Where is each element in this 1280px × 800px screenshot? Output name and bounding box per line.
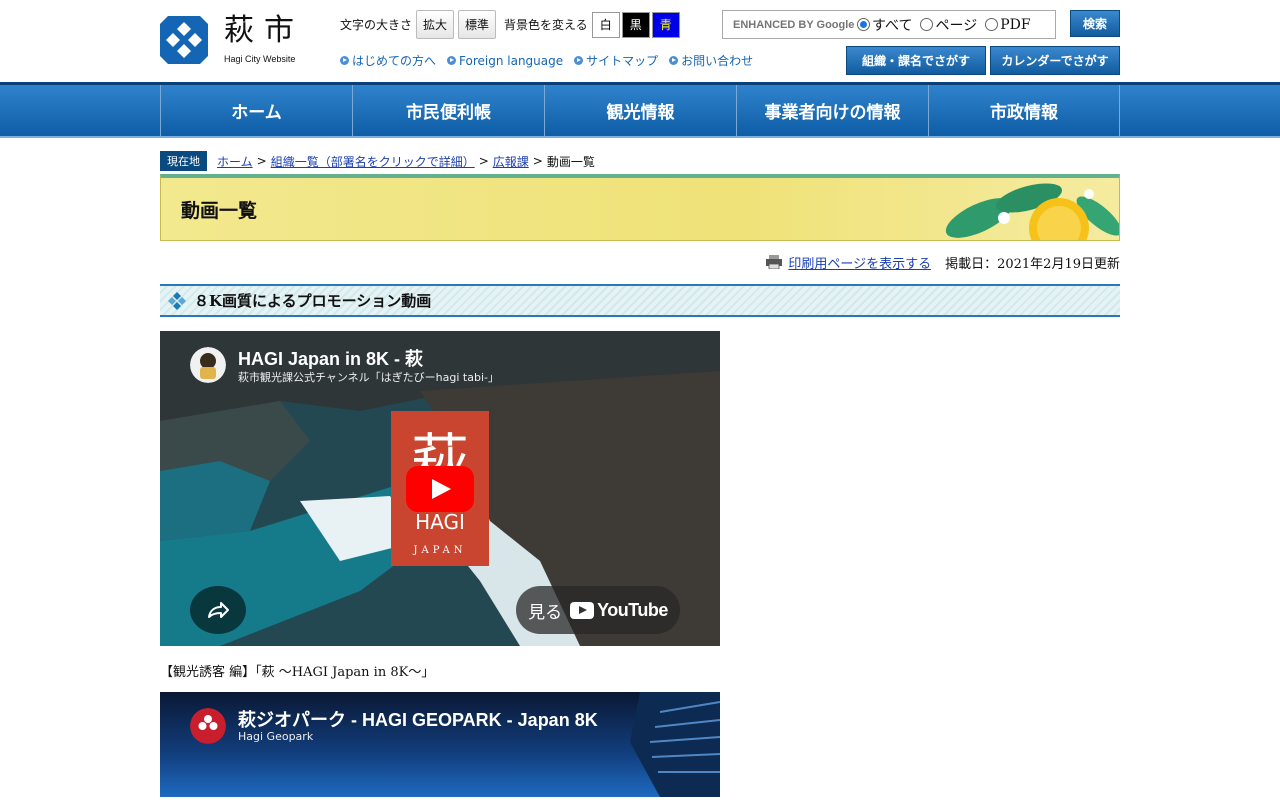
font-size-label: 文字の大きさ: [340, 18, 413, 32]
arrow-bullet-icon: [669, 56, 679, 65]
radio-label: ページ: [935, 17, 978, 34]
site-logo[interactable]: 萩市 Hagi City Website: [160, 16, 304, 64]
section-heading: ８K画質によるプロモーション動画: [160, 284, 1120, 317]
citrus-decoration-icon: [945, 183, 1119, 240]
breadcrumb: 現在地 ホーム > 組織一覧（部署名をクリックで詳細） > 広報課 > 動画一覧: [160, 151, 1120, 171]
video-embed-hagi-8k[interactable]: 萩 HAGI JAPAN HAGI Japan in 8K - 萩 萩市観光課公…: [160, 331, 720, 646]
breadcrumb-org-list[interactable]: 組織一覧（部署名をクリックで詳細）: [271, 153, 475, 170]
page-meta: 印刷用ページを表示する 掲載日：2021年2月19日更新: [160, 253, 1120, 272]
channel-avatar[interactable]: [190, 708, 226, 744]
page-title-band: 動画一覧: [160, 174, 1120, 241]
logo-title: 萩市: [224, 13, 304, 48]
video-embed-geopark[interactable]: 萩ジオパーク - HAGI GEOPARK - Japan 8K Hagi Ge…: [160, 692, 720, 797]
breadcrumb-pr-division[interactable]: 広報課: [493, 153, 529, 170]
share-button[interactable]: [190, 586, 246, 634]
arrow-bullet-icon: [340, 56, 349, 65]
search-box: すべて ページ PDF: [722, 10, 1056, 39]
logo-mark-icon: [160, 16, 208, 64]
diamond-cluster-icon: [168, 291, 186, 310]
link-label: サイトマップ: [586, 54, 659, 68]
main-content: 現在地 ホーム > 組織一覧（部署名をクリックで詳細） > 広報課 > 動画一覧 動画…: [160, 151, 1120, 797]
radio-label: PDF: [1000, 16, 1031, 33]
section-title: ８K画質によるプロモーション動画: [194, 292, 432, 310]
radio-icon: [920, 18, 934, 31]
breadcrumb-separator: >: [478, 154, 489, 168]
bg-color-label: 背景色を変える: [504, 18, 588, 32]
nav-home[interactable]: ホーム: [160, 85, 352, 136]
nav-business[interactable]: 事業者向けの情報: [736, 85, 928, 136]
link-label: お問い合わせ: [681, 54, 754, 68]
radio-checked-icon: [857, 18, 870, 31]
youtube-logo: YouTube: [570, 600, 668, 621]
breadcrumb-tag: 現在地: [160, 151, 207, 171]
breadcrumb-separator: >: [532, 154, 543, 168]
link-label: はじめての方へ: [352, 54, 437, 68]
video-title[interactable]: 萩ジオパーク - HAGI GEOPARK - Japan 8K: [238, 706, 598, 732]
play-button-icon[interactable]: [406, 466, 474, 512]
font-standard-button[interactable]: 標準: [458, 10, 497, 39]
share-icon: [208, 602, 229, 618]
arrow-bullet-icon: [574, 56, 584, 65]
video-channel: 萩市観光課公式チャンネル「はぎたびーhagi tabi-」: [238, 371, 499, 384]
nav-city-admin[interactable]: 市政情報: [928, 85, 1120, 136]
bg-black-button[interactable]: 黒: [621, 11, 650, 38]
youtube-play-icon: [570, 601, 595, 619]
breadcrumb-home[interactable]: ホーム: [217, 153, 253, 170]
global-nav: ホーム 市民便利帳 観光情報 事業者向けの情報 市政情報: [0, 85, 1280, 138]
bg-blue-button[interactable]: 青: [651, 11, 680, 38]
search-input[interactable]: [723, 12, 857, 37]
search-option-pdf[interactable]: PDF: [985, 16, 1031, 33]
bg-white-button[interactable]: 白: [591, 11, 620, 38]
link-contact[interactable]: お問い合わせ: [669, 52, 753, 69]
link-first-time[interactable]: はじめての方へ: [340, 52, 436, 69]
link-sitemap[interactable]: サイトマップ: [574, 52, 658, 69]
search-option-all[interactable]: すべて: [857, 15, 912, 35]
thumbnail-hagi: HAGI: [415, 510, 465, 534]
video-channel: Hagi Geopark: [238, 730, 314, 743]
search-button[interactable]: 検索: [1070, 10, 1120, 37]
site-header: 萩市 Hagi City Website 文字の大きさ 拡大 標準 背景色を変え…: [0, 0, 1280, 85]
nav-citizen-guide[interactable]: 市民便利帳: [352, 85, 544, 136]
arrow-bullet-icon: [447, 56, 457, 65]
breadcrumb-current: 動画一覧: [546, 154, 595, 169]
org-search-button[interactable]: 組織・課名でさがす: [846, 46, 986, 75]
calendar-search-button[interactable]: カレンダーでさがす: [990, 46, 1120, 75]
search-option-page[interactable]: ページ: [920, 15, 977, 35]
link-foreign-language[interactable]: Foreign language: [447, 52, 563, 69]
header-links: はじめての方へ Foreign language サイトマップ お問い合わせ: [340, 52, 764, 69]
logo-subtitle: Hagi City Website: [224, 54, 296, 64]
youtube-logo-text: YouTube: [597, 599, 668, 620]
accessibility-tools: 文字の大きさ 拡大 標準 背景色を変える 白 黒 青: [340, 10, 682, 39]
radio-icon: [985, 18, 999, 31]
font-enlarge-button[interactable]: 拡大: [416, 10, 455, 39]
video-title[interactable]: HAGI Japan in 8K - 萩: [238, 345, 423, 371]
watch-on-youtube-button[interactable]: 見る YouTube: [516, 586, 680, 634]
breadcrumb-separator: >: [256, 154, 267, 168]
video-caption: 【観光誘客 編】「萩 ～HAGI Japan in 8K～」: [160, 665, 435, 680]
link-label: Foreign language: [459, 53, 564, 68]
page-title: 動画一覧: [181, 200, 258, 222]
watch-label: 見る: [528, 602, 563, 623]
thumbnail-japan: JAPAN: [412, 545, 466, 556]
publish-date: 掲載日：2021年2月19日更新: [945, 256, 1120, 272]
nav-tourism[interactable]: 観光情報: [544, 85, 736, 136]
radio-label: すべて: [872, 17, 913, 34]
printer-icon: [766, 255, 783, 269]
channel-avatar[interactable]: [190, 347, 226, 383]
print-page-link[interactable]: 印刷用ページを表示する: [788, 253, 931, 272]
